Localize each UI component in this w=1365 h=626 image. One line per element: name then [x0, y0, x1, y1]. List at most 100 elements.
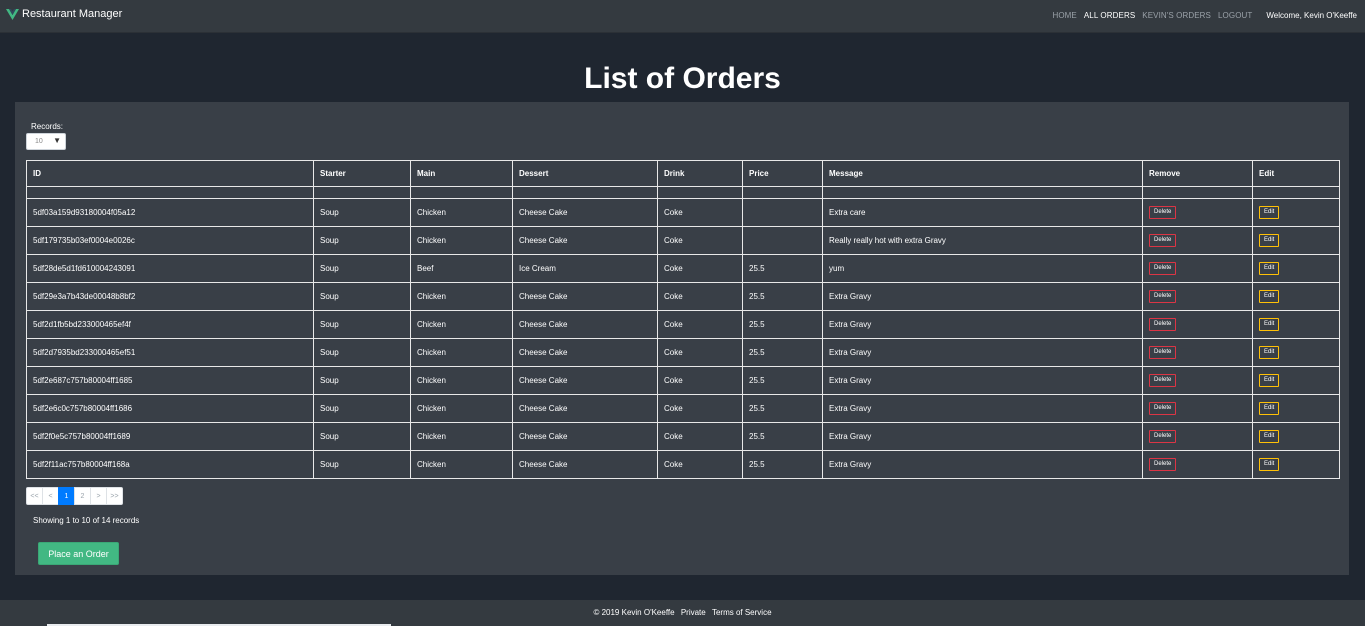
order-message-cell: Extra Gravy — [822, 310, 1143, 339]
brand[interactable]: Restaurant Manager — [6, 8, 122, 20]
page-next[interactable]: > — [90, 487, 107, 505]
order-price-cell: 25.5 — [742, 450, 823, 479]
order-price-cell: 25.5 — [742, 254, 823, 283]
dropdown-arrow-icon: ▼ — [53, 136, 61, 145]
order-id-cell: 5df03a159d93180004f05a12 — [26, 198, 314, 227]
table-row: 5df2d7935bd233000465ef51 Soup Chicken Chees… — [26, 338, 1340, 367]
remove-cell: Delete — [1142, 394, 1253, 423]
column-header: Starter — [313, 160, 411, 187]
order-dessert-cell: Cheese Cake — [512, 422, 658, 451]
order-drink-cell: Coke — [657, 338, 743, 367]
edit-cell: Edit — [1252, 282, 1340, 311]
order-dessert-cell: Cheese Cake — [512, 338, 658, 367]
delete-button[interactable]: Delete — [1149, 458, 1177, 471]
edit-cell: Edit — [1252, 254, 1340, 283]
order-main-cell: Beef — [410, 254, 513, 283]
remove-cell: Delete — [1142, 226, 1253, 255]
page-1[interactable]: 1 — [58, 487, 75, 505]
column-header: Main — [410, 160, 513, 187]
order-dessert-cell: Cheese Cake — [512, 310, 658, 339]
column-header: Price — [742, 160, 823, 187]
edit-button[interactable]: Edit — [1259, 374, 1280, 387]
order-main-cell: Chicken — [410, 338, 513, 367]
table-row: 5df179735b03ef0004e0026c Soup Chicken Chees… — [26, 226, 1340, 255]
table-row: 5df2f11ac757b80004ff168a Soup Chicken Chees… — [26, 450, 1340, 479]
nav-logout[interactable]: LOGOUT — [1218, 11, 1252, 20]
order-price-cell — [742, 226, 823, 255]
table-header-row: ID Starter Main Dessert Drink Price Mess… — [26, 160, 1340, 187]
top-navbar: Restaurant Manager HOME ALL ORDERS KEVIN… — [0, 0, 1365, 33]
order-starter-cell: Soup — [313, 422, 411, 451]
records-select[interactable]: 10 ▼ — [26, 133, 66, 150]
order-id-cell: 5df179735b03ef0004e0026c — [26, 226, 314, 255]
edit-button[interactable]: Edit — [1259, 458, 1280, 471]
edit-button[interactable]: Edit — [1259, 402, 1280, 415]
order-main-cell: Chicken — [410, 310, 513, 339]
edit-cell: Edit — [1252, 198, 1340, 227]
pagination: << < 1 2 > >> — [26, 487, 123, 505]
remove-cell: Delete — [1142, 254, 1253, 283]
order-starter-cell: Soup — [313, 338, 411, 367]
footer-link-private[interactable]: Private — [681, 608, 706, 617]
order-id-cell: 5df28de5d1fd610004243091 — [26, 254, 314, 283]
order-main-cell: Chicken — [410, 366, 513, 395]
delete-button[interactable]: Delete — [1149, 262, 1177, 275]
page-2[interactable]: 2 — [74, 487, 91, 505]
order-main-cell: Chicken — [410, 450, 513, 479]
remove-cell: Delete — [1142, 282, 1253, 311]
order-drink-cell: Coke — [657, 254, 743, 283]
edit-button[interactable]: Edit — [1259, 262, 1280, 275]
order-dessert-cell: Cheese Cake — [512, 198, 658, 227]
delete-button[interactable]: Delete — [1149, 206, 1177, 219]
order-price-cell: 25.5 — [742, 338, 823, 367]
column-header: Drink — [657, 160, 743, 187]
order-id-cell: 5df2f11ac757b80004ff168a — [26, 450, 314, 479]
nav-kevins-orders[interactable]: KEVIN'S ORDERS — [1142, 11, 1211, 20]
remove-cell: Delete — [1142, 422, 1253, 451]
footer-link-terms[interactable]: Terms of Service — [712, 608, 772, 617]
footer: © 2019 Kevin O'Keeffe Private Terms of S… — [0, 600, 1365, 626]
vue-logo-icon — [6, 8, 19, 20]
place-order-button[interactable]: Place an Order — [38, 542, 119, 565]
edit-cell: Edit — [1252, 338, 1340, 367]
order-drink-cell: Coke — [657, 310, 743, 339]
page-last[interactable]: >> — [106, 487, 123, 505]
order-dessert-cell: Ice Cream — [512, 254, 658, 283]
table-row: 5df2e687c757b80004ff1685 Soup Chicken Chees… — [26, 366, 1340, 395]
remove-cell: Delete — [1142, 198, 1253, 227]
edit-button[interactable]: Edit — [1259, 430, 1280, 443]
records-label: Records: — [31, 122, 64, 131]
remove-cell: Delete — [1142, 366, 1253, 395]
edit-button[interactable]: Edit — [1259, 206, 1280, 219]
order-main-cell: Chicken — [410, 394, 513, 423]
edit-button[interactable]: Edit — [1259, 318, 1280, 331]
delete-button[interactable]: Delete — [1149, 234, 1177, 247]
order-main-cell: Chicken — [410, 198, 513, 227]
nav-home[interactable]: HOME — [1052, 11, 1076, 20]
table-row: 5df2d1fb5bd233000465ef4f Soup Chicken Chees… — [26, 310, 1340, 339]
delete-button[interactable]: Delete — [1149, 430, 1177, 443]
delete-button[interactable]: Delete — [1149, 374, 1177, 387]
records-summary: Showing 1 to 10 of 14 records — [33, 516, 140, 525]
page-prev[interactable]: < — [42, 487, 59, 505]
table-row: 5df03a159d93180004f05a12 Soup Chicken Chees… — [26, 198, 1340, 227]
edit-button[interactable]: Edit — [1259, 290, 1280, 303]
order-drink-cell: Coke — [657, 366, 743, 395]
order-id-cell: 5df2d7935bd233000465ef51 — [26, 338, 314, 367]
order-drink-cell: Coke — [657, 198, 743, 227]
order-dessert-cell: Cheese Cake — [512, 282, 658, 311]
delete-button[interactable]: Delete — [1149, 346, 1177, 359]
delete-button[interactable]: Delete — [1149, 402, 1177, 415]
column-header: Edit — [1252, 160, 1340, 187]
edit-cell: Edit — [1252, 450, 1340, 479]
delete-button[interactable]: Delete — [1149, 318, 1177, 331]
nav-all-orders[interactable]: ALL ORDERS — [1084, 11, 1135, 20]
page-first[interactable]: << — [26, 487, 43, 505]
edit-button[interactable]: Edit — [1259, 346, 1280, 359]
edit-cell: Edit — [1252, 422, 1340, 451]
order-id-cell: 5df29e3a7b43de00048b8bf2 — [26, 282, 314, 311]
delete-button[interactable]: Delete — [1149, 290, 1177, 303]
table-spacer-row — [26, 186, 1340, 199]
edit-button[interactable]: Edit — [1259, 234, 1280, 247]
order-price-cell — [742, 198, 823, 227]
